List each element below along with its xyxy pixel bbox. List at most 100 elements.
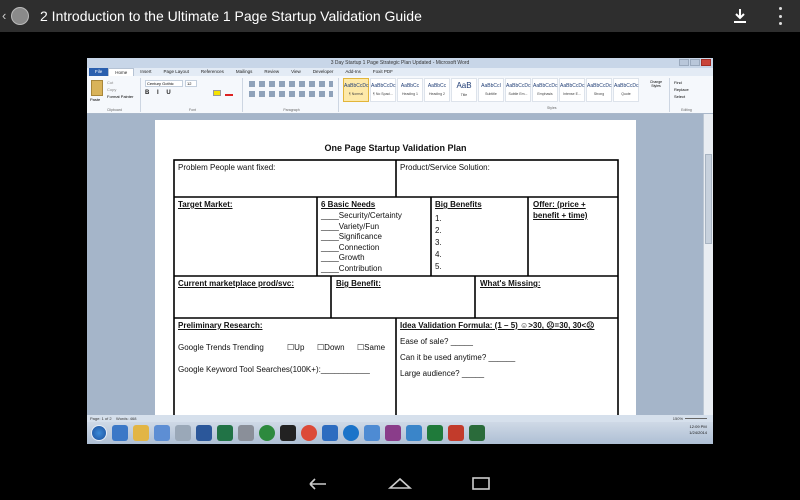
select-button[interactable]: Select — [674, 94, 685, 99]
large-audience: Large audience? _____ — [400, 369, 485, 378]
app-top-bar: ‹ 2 Introduction to the Ultimate 1 Page … — [0, 0, 800, 32]
explorer-icon[interactable] — [133, 425, 149, 441]
document-page[interactable]: One Page Startup Validation Plan Problem… — [155, 120, 636, 415]
app-icon[interactable] — [469, 425, 485, 441]
style-sample: AaBbCcDc — [533, 83, 558, 89]
style-subtitle[interactable]: AaBbCcI Subtitle — [478, 78, 504, 102]
video-frame[interactable]: 3 Day Startup 1 Page Strategic Plan Upda… — [87, 32, 713, 469]
recents-nav-icon[interactable] — [468, 475, 494, 493]
windows-taskbar: 12:09 PM 1/24/2014 — [87, 422, 713, 444]
word-title-bar: 3 Day Startup 1 Page Strategic Plan Upda… — [87, 58, 713, 68]
app-icon[interactable] — [343, 425, 359, 441]
tab-insert[interactable]: Insert — [134, 68, 157, 76]
app-icon[interactable] — [280, 425, 296, 441]
app-icon[interactable] — [427, 425, 443, 441]
style-subtle-emphasis[interactable]: AaBbCcDc Subtle Em... — [505, 78, 531, 102]
replace-button[interactable]: Replace — [674, 87, 689, 92]
maximize-icon[interactable] — [690, 59, 700, 66]
app-icon[interactable] — [154, 425, 170, 441]
download-icon[interactable] — [730, 6, 750, 26]
trend-down-checkbox[interactable]: ☐Down — [317, 343, 345, 352]
windows-start-icon[interactable] — [91, 425, 107, 441]
font-color-icon[interactable] — [225, 90, 233, 96]
powerpoint-icon[interactable] — [448, 425, 464, 441]
app-icon[interactable] — [259, 425, 275, 441]
tab-page-layout[interactable]: Page Layout — [158, 68, 195, 76]
style-sample: AaBbCcDc — [560, 83, 585, 89]
tab-references[interactable]: References — [195, 68, 230, 76]
back-nav-icon[interactable] — [306, 475, 332, 493]
tab-review[interactable]: Review — [258, 68, 285, 76]
align-buttons[interactable] — [249, 91, 333, 97]
trend-up-checkbox[interactable]: ☐Up — [287, 343, 304, 352]
android-screen: ‹ 2 Introduction to the Ultimate 1 Page … — [0, 0, 800, 500]
trend-same-checkbox[interactable]: ☐Same — [357, 343, 385, 352]
app-icon[interactable] — [322, 425, 338, 441]
list-buttons[interactable] — [249, 81, 333, 87]
offer-label-line1: Offer: (price + — [533, 200, 586, 209]
tab-home[interactable]: Home — [108, 68, 135, 76]
tab-mailings[interactable]: Mailings — [230, 68, 259, 76]
app-icon[interactable] — [406, 425, 422, 441]
change-styles-button[interactable]: Change Styles — [647, 80, 665, 88]
chevron-left-icon: ‹ — [2, 8, 7, 23]
benefit-5: 5. — [435, 262, 442, 271]
vertical-scrollbar[interactable] — [703, 114, 713, 415]
find-button[interactable]: Find — [674, 80, 682, 85]
style-name: ¶ No Spaci... — [373, 92, 393, 96]
copy-button[interactable]: Copy — [107, 87, 116, 92]
chrome-icon[interactable] — [301, 425, 317, 441]
app-icon[interactable] — [364, 425, 380, 441]
benefit-1: 1. — [435, 214, 442, 223]
need-variety: ____Variety/Fun — [321, 221, 380, 231]
style-normal[interactable]: AaBbCcDc ¶ Normal — [343, 78, 369, 102]
close-icon[interactable] — [701, 59, 711, 66]
style-no-spacing[interactable]: AaBbCcDc ¶ No Spaci... — [370, 78, 396, 102]
format-painter-button[interactable]: Format Painter — [107, 94, 133, 99]
style-heading-1[interactable]: AaBbCc Heading 1 — [397, 78, 423, 102]
highlight-color-icon[interactable] — [213, 90, 221, 96]
paste-icon[interactable] — [91, 80, 103, 96]
minimize-icon[interactable] — [679, 59, 689, 66]
style-heading-2[interactable]: AaBbCc Heading 2 — [424, 78, 450, 102]
style-sample: AaBbCc — [400, 83, 420, 89]
style-emphasis[interactable]: AaBbCcDc Emphasis — [532, 78, 558, 102]
ribbon-tabs: File Home Insert Page Layout References … — [87, 68, 713, 76]
ie-icon[interactable] — [112, 425, 128, 441]
tab-foxit-pdf[interactable]: Foxit PDF — [367, 68, 399, 76]
tab-view[interactable]: View — [285, 68, 307, 76]
word-status-bar: Page: 1 of 2 Words: 468 150% — [87, 415, 713, 422]
video-thumbnail-icon — [11, 7, 29, 25]
style-intense-emphasis[interactable]: AaBbCcDc Intense E... — [559, 78, 585, 102]
word-icon[interactable] — [196, 425, 212, 441]
basic-needs-label: 6 Basic Needs — [321, 200, 376, 209]
style-sample: AaB — [456, 81, 472, 90]
cut-button[interactable]: Cut — [107, 80, 113, 85]
style-name: Quote — [621, 92, 631, 96]
font-size-select[interactable]: 12 — [185, 80, 197, 87]
home-nav-icon[interactable] — [387, 475, 413, 493]
style-sample: AaBbCcI — [481, 83, 501, 89]
style-strong[interactable]: AaBbCcDc Strong — [586, 78, 612, 102]
zoom-slider[interactable] — [685, 418, 707, 419]
back-button[interactable]: ‹ — [0, 0, 32, 32]
editing-group: Find Replace Select Editing — [669, 78, 703, 112]
tab-add-ins[interactable]: Add-Ins — [339, 68, 367, 76]
style-quote[interactable]: AaBbCcDc Quote — [613, 78, 639, 102]
excel-icon[interactable] — [217, 425, 233, 441]
paragraph-group-label: Paragraph — [283, 108, 300, 112]
font-name-select[interactable]: Century Gothic — [145, 80, 183, 87]
scrollbar-thumb[interactable] — [705, 154, 712, 244]
app-icon[interactable] — [175, 425, 191, 441]
big-benefits-label: Big Benefits — [435, 200, 482, 209]
font-format-buttons[interactable]: B I U — [145, 90, 174, 96]
zoom-level[interactable]: 150% — [673, 415, 683, 422]
tab-developer[interactable]: Developer — [307, 68, 340, 76]
more-vert-icon[interactable] — [776, 7, 784, 25]
app-icon[interactable] — [385, 425, 401, 441]
style-title[interactable]: AaB Title — [451, 78, 477, 102]
app-icon[interactable] — [238, 425, 254, 441]
font-group: Century Gothic 12 B I U Font — [143, 78, 243, 112]
tab-file[interactable]: File — [89, 68, 109, 76]
system-tray-clock[interactable]: 12:09 PM 1/24/2014 — [689, 424, 707, 436]
